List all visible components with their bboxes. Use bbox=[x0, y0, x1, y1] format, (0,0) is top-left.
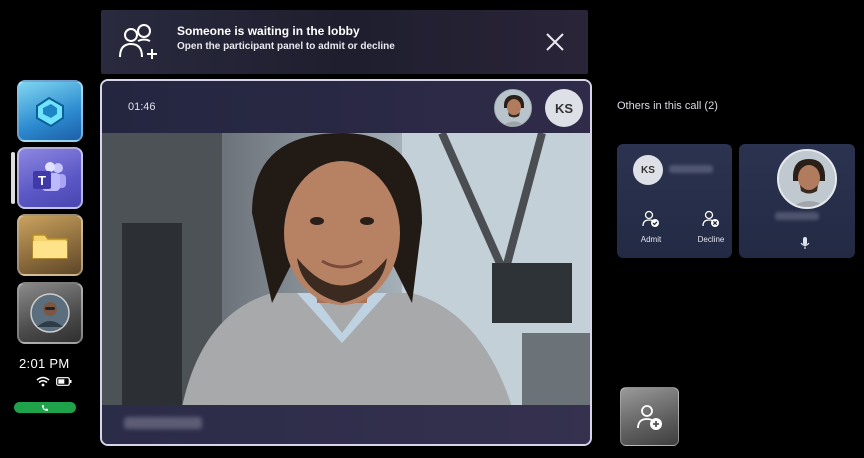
banner-subtitle: Open the participant panel to admit or d… bbox=[177, 41, 395, 52]
add-person-icon bbox=[636, 404, 662, 430]
admit-person-icon bbox=[642, 210, 659, 227]
participant-card[interactable] bbox=[739, 144, 855, 258]
speaker-name-blurred bbox=[124, 417, 202, 429]
admit-button[interactable]: Admit bbox=[629, 210, 673, 244]
phone-icon bbox=[42, 404, 48, 411]
call-timer: 01:46 bbox=[128, 101, 156, 113]
others-in-call-label: Others in this call (2) bbox=[617, 100, 718, 112]
call-footer bbox=[102, 405, 590, 444]
azure-app-tile[interactable] bbox=[17, 80, 83, 142]
files-app-tile[interactable] bbox=[17, 214, 83, 276]
profile-app-tile[interactable] bbox=[17, 282, 83, 344]
decline-person-icon bbox=[702, 210, 719, 227]
user-avatar bbox=[30, 293, 70, 333]
call-window: 01:46 KS bbox=[100, 79, 592, 446]
lobby-participant-avatar: KS bbox=[633, 155, 663, 185]
active-call-pill[interactable] bbox=[14, 402, 76, 413]
video-feed bbox=[102, 133, 590, 407]
lobby-participant-card: KS Admit Decline bbox=[617, 144, 732, 258]
battery-icon bbox=[56, 377, 72, 386]
close-icon[interactable] bbox=[542, 29, 568, 55]
teams-app-tile[interactable]: T bbox=[17, 147, 83, 209]
lobby-participant-name-blurred bbox=[669, 165, 713, 173]
add-participant-button[interactable] bbox=[620, 387, 679, 446]
teams-icon: T bbox=[33, 162, 66, 191]
decline-button[interactable]: Decline bbox=[689, 210, 733, 244]
person-photo bbox=[495, 90, 531, 126]
microphone-icon bbox=[800, 237, 810, 249]
folder-icon bbox=[32, 234, 68, 259]
person-photo bbox=[779, 151, 835, 207]
azure-icon bbox=[36, 96, 64, 128]
people-add-icon bbox=[119, 24, 157, 59]
lobby-notification-banner[interactable]: Someone is waiting in the lobby Open the… bbox=[101, 10, 588, 74]
ks-avatar[interactable]: KS bbox=[545, 89, 583, 127]
decline-label: Decline bbox=[697, 235, 725, 244]
status-icons bbox=[36, 376, 72, 387]
participant-name-blurred bbox=[775, 212, 819, 220]
admit-label: Admit bbox=[640, 235, 662, 244]
svg-text:T: T bbox=[38, 173, 46, 188]
active-app-indicator bbox=[11, 152, 15, 204]
video-person-image bbox=[102, 133, 590, 407]
participant-card-avatar bbox=[777, 149, 837, 209]
call-header: 01:46 KS bbox=[102, 81, 590, 133]
participant-avatar[interactable] bbox=[494, 89, 532, 127]
clock-time: 2:01 PM bbox=[19, 356, 70, 371]
banner-title: Someone is waiting in the lobby bbox=[177, 24, 360, 38]
wifi-icon bbox=[36, 376, 50, 387]
